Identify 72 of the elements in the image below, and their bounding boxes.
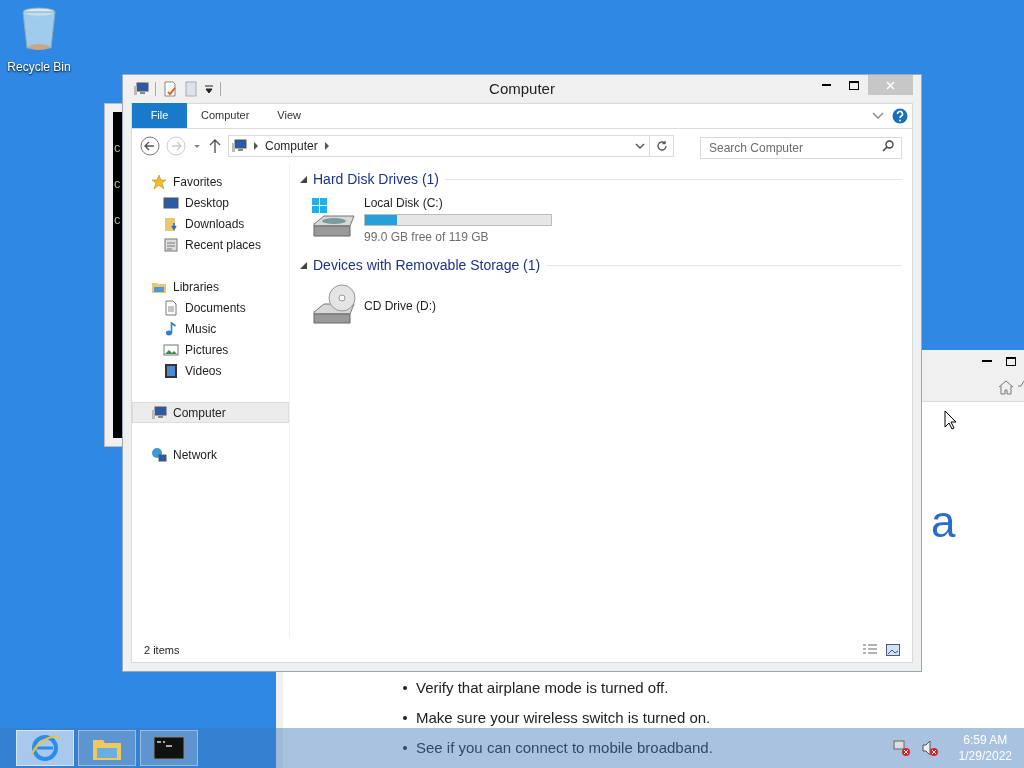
music-note-icon — [163, 320, 179, 337]
ribbon-tab[interactable]: File — [132, 103, 187, 128]
nav-item[interactable]: Downloads — [132, 213, 289, 234]
nav-item[interactable]: Videos — [132, 360, 289, 381]
group-heading[interactable]: Devices with Removable Storage (1) — [313, 254, 541, 276]
up-arrow-icon[interactable] — [208, 138, 222, 154]
chevron-down-icon[interactable] — [635, 142, 645, 150]
bullet-text: See if you can connect to mobile broadband. — [416, 739, 713, 757]
nav-item[interactable]: Music — [132, 318, 289, 339]
mouse-pointer-icon — [944, 410, 957, 430]
back-icon[interactable] — [140, 136, 160, 156]
drive-item[interactable]: CD Drive (D:) — [310, 279, 902, 333]
nav-item[interactable]: Recent places — [132, 234, 289, 255]
clock-time: 6:59 AM — [963, 732, 1008, 748]
browser-e-icon — [29, 732, 61, 764]
taskbar-button[interactable] — [140, 730, 198, 766]
heading-text: a — [931, 500, 956, 544]
maximize-button[interactable] — [1006, 356, 1016, 366]
nav-item[interactable]: Pictures — [132, 339, 289, 360]
status-text: 2 items — [144, 642, 180, 658]
film-icon — [163, 362, 179, 379]
ribbon-tab[interactable]: View — [263, 103, 315, 128]
console-icon — [153, 736, 185, 760]
recycle-bin-icon[interactable] — [21, 6, 57, 52]
bullet-text: Make sure your wireless switch is turned on. — [416, 709, 711, 727]
computer-icon — [231, 138, 247, 154]
network-error-icon[interactable] — [892, 739, 911, 757]
console-text: C — [114, 142, 122, 156]
nav-item[interactable]: Computer — [132, 402, 289, 423]
group-heading[interactable]: Hard Disk Drives (1) — [313, 168, 439, 190]
refresh-button[interactable] — [650, 135, 674, 157]
drive-space-text: 99.0 GB free of 119 GB — [364, 229, 490, 246]
breadcrumb[interactable]: Computer — [265, 137, 318, 155]
collapse-triangle-icon[interactable] — [300, 175, 307, 183]
recent-places-icon — [163, 236, 179, 253]
folder-arrow-icon — [163, 215, 179, 232]
chevron-down-icon[interactable] — [872, 111, 884, 120]
search-field[interactable]: Search Computer — [700, 137, 902, 159]
collapse-triangle-icon[interactable] — [300, 261, 307, 269]
drive-item[interactable]: Local Disk (C:) 99.0 GB free of 119 GB — [310, 193, 902, 247]
desktop-icon-label[interactable]: Recycle Bin — [7, 58, 71, 76]
network-globe-icon — [151, 446, 167, 463]
search-icon[interactable] — [882, 140, 894, 152]
document-icon — [163, 299, 179, 316]
clock-date: 1/29/2022 — [958, 748, 1012, 764]
ribbon-tab[interactable]: Computer — [187, 103, 264, 128]
window-title: Computer — [489, 78, 555, 99]
computer-icon — [133, 81, 149, 97]
nav-item[interactable]: Desktop — [132, 192, 289, 213]
speaker-muted-icon[interactable] — [920, 739, 939, 757]
nav-item[interactable]: Documents — [132, 297, 289, 318]
console-text: C — [114, 214, 122, 228]
drive-name: Local Disk (C:) — [364, 195, 444, 212]
home-icon[interactable] — [998, 378, 1014, 395]
nav-item[interactable]: Network — [132, 444, 289, 465]
refresh-icon — [655, 140, 668, 152]
properties-icon[interactable] — [162, 81, 178, 97]
picture-frame-icon — [163, 341, 179, 358]
nav-item[interactable]: Libraries — [132, 276, 289, 297]
breadcrumb-arrow-icon[interactable] — [323, 142, 330, 150]
console-text: C — [114, 178, 122, 192]
breadcrumb-arrow-icon[interactable] — [253, 142, 259, 150]
address-bar[interactable]: Computer — [228, 135, 650, 157]
help-icon[interactable] — [892, 107, 908, 124]
large-icons-view-icon[interactable] — [886, 644, 900, 656]
drive-name: CD Drive (D:) — [364, 298, 436, 315]
close-icon — [886, 80, 895, 90]
dropdown-icon[interactable] — [204, 84, 214, 94]
monitor-icon — [163, 194, 179, 211]
computer-icon — [151, 404, 167, 421]
bullet-text: Verify that airplane mode is turned off. — [416, 679, 669, 697]
nav-item[interactable]: Favorites — [132, 171, 289, 192]
